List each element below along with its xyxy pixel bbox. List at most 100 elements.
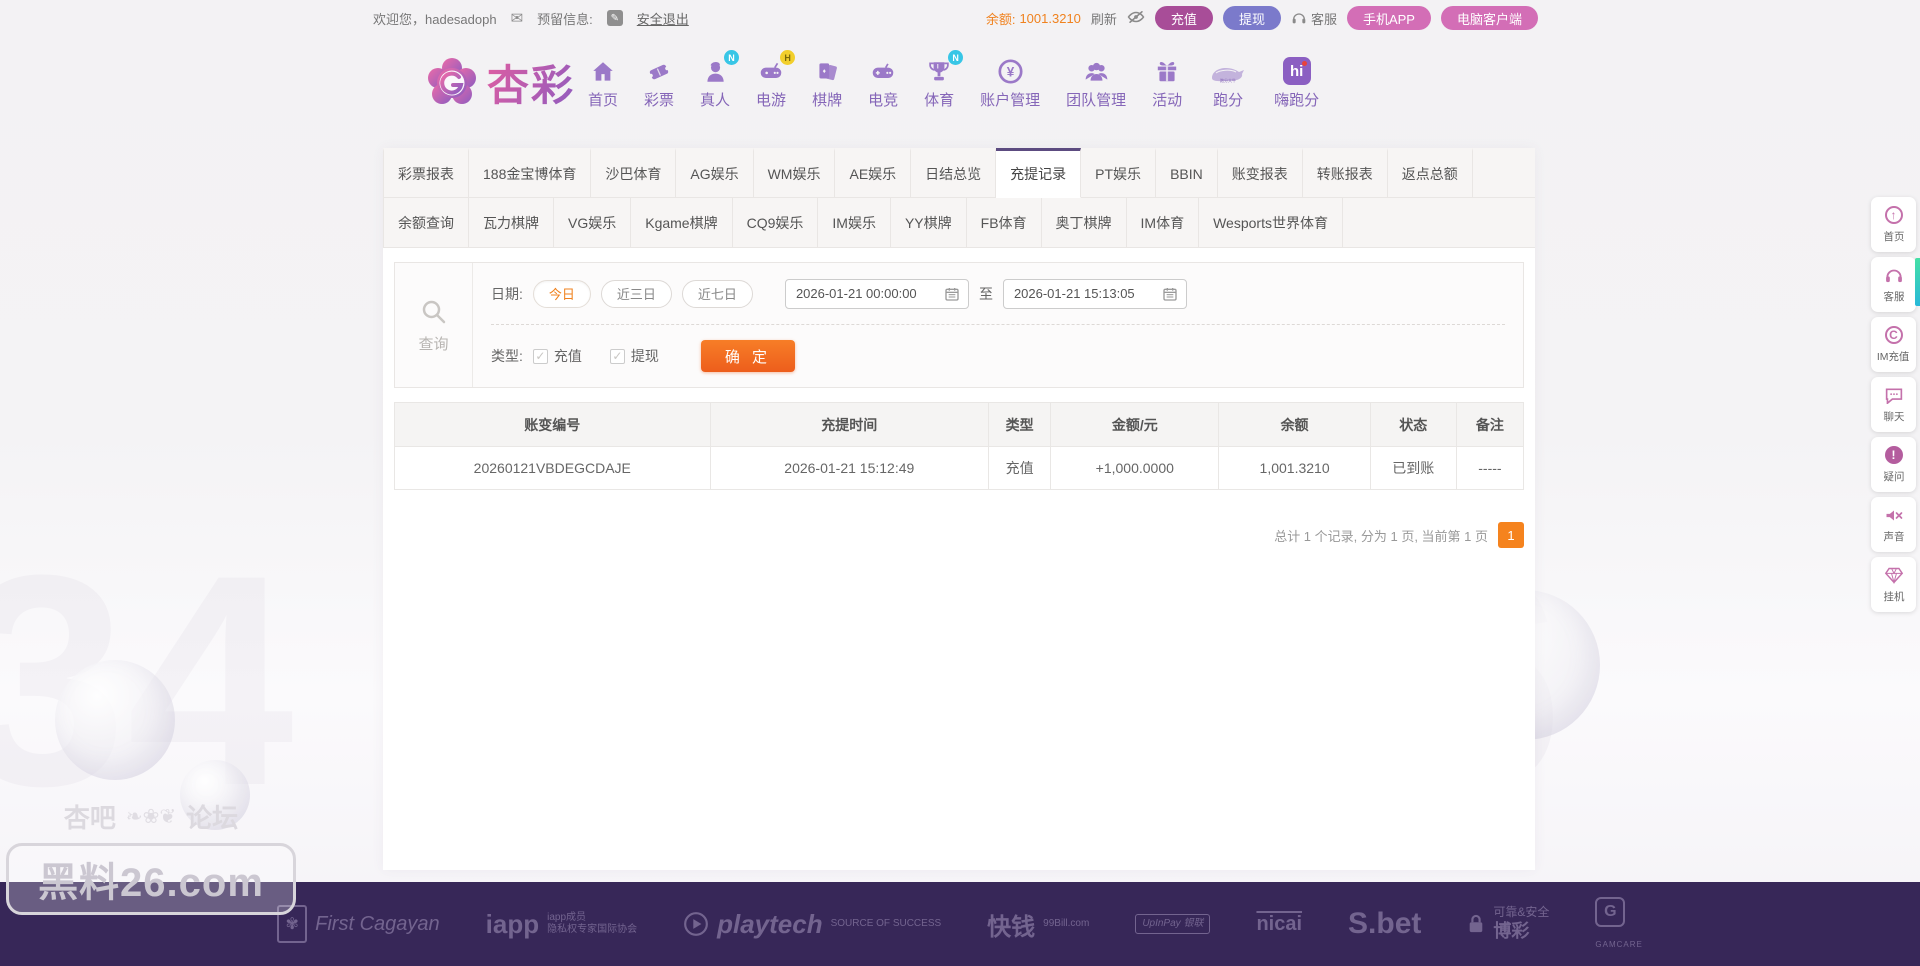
eye-off-icon[interactable]	[1127, 10, 1145, 27]
cell-id: 20260121VBDEGCDAJE	[395, 447, 711, 490]
tab-wm[interactable]: WM娱乐	[754, 148, 836, 198]
page-1-button[interactable]: 1	[1498, 522, 1524, 548]
sidebar-im-recharge-button[interactable]: C IM充值	[1871, 317, 1916, 372]
nav-item-account[interactable]: ¥ 账户管理	[967, 55, 1053, 110]
balance-label: 余额:	[986, 9, 1016, 28]
tab-vg[interactable]: VG娱乐	[554, 198, 631, 248]
deposit-checkbox[interactable]: ✓	[533, 349, 548, 364]
table-header-row: 账变编号 充提时间 类型 金额/元 余额 状态 备注	[395, 403, 1524, 447]
date-label: 日期:	[491, 284, 523, 304]
calendar-icon[interactable]	[944, 286, 960, 302]
query-type-row: 类型: ✓ 充值 ✓ 提现 确 定	[491, 325, 1505, 387]
refresh-link[interactable]: 刷新	[1091, 9, 1117, 28]
nav-item-live[interactable]: N 真人	[687, 55, 743, 110]
mobile-app-button[interactable]: 手机APP	[1347, 6, 1431, 30]
tab-account-change-report[interactable]: 账变报表	[1218, 148, 1303, 198]
footer-logo-first-cagayan: ✾ First Cagayan	[277, 905, 440, 943]
footer-logo-secure-gaming: 可靠&安全博彩	[1467, 905, 1549, 943]
tab-cq9[interactable]: CQ9娱乐	[733, 198, 819, 248]
page: 34 26 欢迎您，hadesadoph ✉ 预留信息: ✎ 安全退出 余额: …	[0, 0, 1920, 966]
sidebar-service-button[interactable]: 客服	[1871, 257, 1916, 312]
nav-item-hi-paofen[interactable]: hi 嗨跑分	[1261, 55, 1332, 110]
tab-kgame[interactable]: Kgame棋牌	[631, 198, 732, 248]
date-from-input[interactable]	[794, 285, 936, 302]
tabs-row-2: 余额查询 瓦力棋牌 VG娱乐 Kgame棋牌 CQ9娱乐 IM娱乐 YY棋牌 F…	[383, 198, 1535, 248]
nav-item-promo[interactable]: 活动	[1139, 55, 1195, 110]
nav-item-sports[interactable]: N I 体育	[911, 55, 967, 110]
new-badge: N	[724, 50, 739, 65]
tab-yy-cards[interactable]: YY棋牌	[891, 198, 967, 248]
withdraw-checkbox[interactable]: ✓	[610, 349, 625, 364]
tab-im-sports[interactable]: IM体育	[1127, 198, 1200, 248]
nav-item-team[interactable]: 团队管理	[1053, 55, 1139, 110]
calendar-icon[interactable]	[1162, 286, 1178, 302]
tabs-filler	[1473, 148, 1535, 198]
tabs-filler	[1343, 198, 1535, 248]
cards-icon: ♦	[814, 55, 840, 85]
tab-ag[interactable]: AG娱乐	[676, 148, 753, 198]
col-note: 备注	[1456, 403, 1523, 447]
nav-item-cards[interactable]: ♦ 棋牌	[799, 55, 855, 110]
site-logo[interactable]: 杏彩	[423, 52, 575, 113]
sidebar-home-button[interactable]: ↑ 首页	[1871, 197, 1916, 252]
ticket-icon	[646, 55, 672, 85]
sidebar-chat-button[interactable]: 聊天	[1871, 377, 1916, 432]
tabs-row-1: 彩票报表 188金宝博体育 沙巴体育 AG娱乐 WM娱乐 AE娱乐 日结总览 充…	[383, 148, 1535, 198]
query-box: 查询 日期: 今日 近三日 近七日 至	[394, 262, 1524, 388]
tab-rebate-total[interactable]: 返点总额	[1388, 148, 1473, 198]
confirm-button[interactable]: 确 定	[701, 340, 795, 372]
footer-logo-gamcare: GGAMCARE	[1595, 897, 1642, 952]
nav-item-esports[interactable]: 电竞	[855, 55, 911, 110]
nav-item-lottery[interactable]: 彩票	[631, 55, 687, 110]
tab-transfer-report[interactable]: 转账报表	[1303, 148, 1388, 198]
footer-logo-sbet: S.bet	[1348, 907, 1421, 941]
cell-status: 已到账	[1370, 447, 1456, 490]
tab-fb-sports[interactable]: FB体育	[967, 198, 1042, 248]
sidebar-question-button[interactable]: ! 疑问	[1871, 437, 1916, 492]
tab-ae[interactable]: AE娱乐	[835, 148, 911, 198]
customer-service-link[interactable]: 客服	[1291, 9, 1337, 28]
tab-wali-cards[interactable]: 瓦力棋牌	[469, 198, 554, 248]
quick-today-button[interactable]: 今日	[533, 280, 591, 308]
quick-3days-button[interactable]: 近三日	[601, 280, 672, 308]
welcome-text: 欢迎您，hadesadoph	[373, 9, 497, 28]
pc-client-button[interactable]: 电脑客户端	[1441, 6, 1538, 30]
floating-sidebar: ↑ 首页 客服 C IM充值 聊天 ! 疑问 声音 挂机	[1871, 197, 1916, 612]
logout-link[interactable]: 安全退出	[637, 9, 689, 28]
records-table-wrap: 账变编号 充提时间 类型 金额/元 余额 状态 备注 20260121VBDEG…	[394, 402, 1524, 490]
mail-icon[interactable]: ✉	[511, 9, 524, 27]
tab-aoding-cards[interactable]: 奥丁棋牌	[1042, 198, 1127, 248]
tab-deposit-withdraw-records[interactable]: 充提记录	[996, 148, 1081, 198]
query-date-row: 日期: 今日 近三日 近七日 至	[491, 263, 1505, 325]
svg-text:跑分大牛: 跑分大牛	[1220, 77, 1236, 83]
sidebar-idle-button[interactable]: 挂机	[1871, 557, 1916, 612]
date-to-input[interactable]	[1012, 285, 1154, 302]
tab-wesports[interactable]: Wesports世界体育	[1199, 198, 1343, 248]
tab-pt[interactable]: PT娱乐	[1081, 148, 1156, 198]
tab-im-entertainment[interactable]: IM娱乐	[818, 198, 891, 248]
quick-7days-button[interactable]: 近七日	[682, 280, 753, 308]
cell-note: -----	[1456, 447, 1523, 490]
tab-188bet-sports[interactable]: 188金宝博体育	[469, 148, 591, 198]
lock-icon	[1467, 914, 1485, 934]
sidebar-sound-button[interactable]: 声音	[1871, 497, 1916, 552]
team-icon	[1083, 55, 1110, 85]
im-coin-icon: C	[1885, 325, 1903, 345]
deposit-button[interactable]: 充值	[1155, 6, 1213, 30]
query-right: 日期: 今日 近三日 近七日 至 类型:	[473, 263, 1523, 387]
new-badge: N	[948, 50, 963, 65]
edit-icon[interactable]: ✎	[607, 10, 623, 26]
nav-item-paofen[interactable]: 跑分大牛 跑分	[1195, 55, 1261, 110]
tab-saba-sports[interactable]: 沙巴体育	[591, 148, 676, 198]
tab-bbin[interactable]: BBIN	[1156, 148, 1218, 198]
logo-text: 杏彩	[487, 52, 575, 113]
nav-item-home[interactable]: 首页	[575, 55, 631, 110]
topbar: 欢迎您，hadesadoph ✉ 预留信息: ✎ 安全退出 余额: 1001.3…	[0, 0, 1920, 36]
tab-daily-summary[interactable]: 日结总览	[911, 148, 996, 198]
withdraw-button[interactable]: 提现	[1223, 6, 1281, 30]
tab-balance-query[interactable]: 余额查询	[383, 198, 469, 248]
nav-item-egames[interactable]: H 电游	[743, 55, 799, 110]
records-table: 账变编号 充提时间 类型 金额/元 余额 状态 备注 20260121VBDEG…	[394, 402, 1524, 490]
cell-amount: +1,000.0000	[1051, 447, 1219, 490]
tab-lottery-report[interactable]: 彩票报表	[383, 148, 469, 198]
